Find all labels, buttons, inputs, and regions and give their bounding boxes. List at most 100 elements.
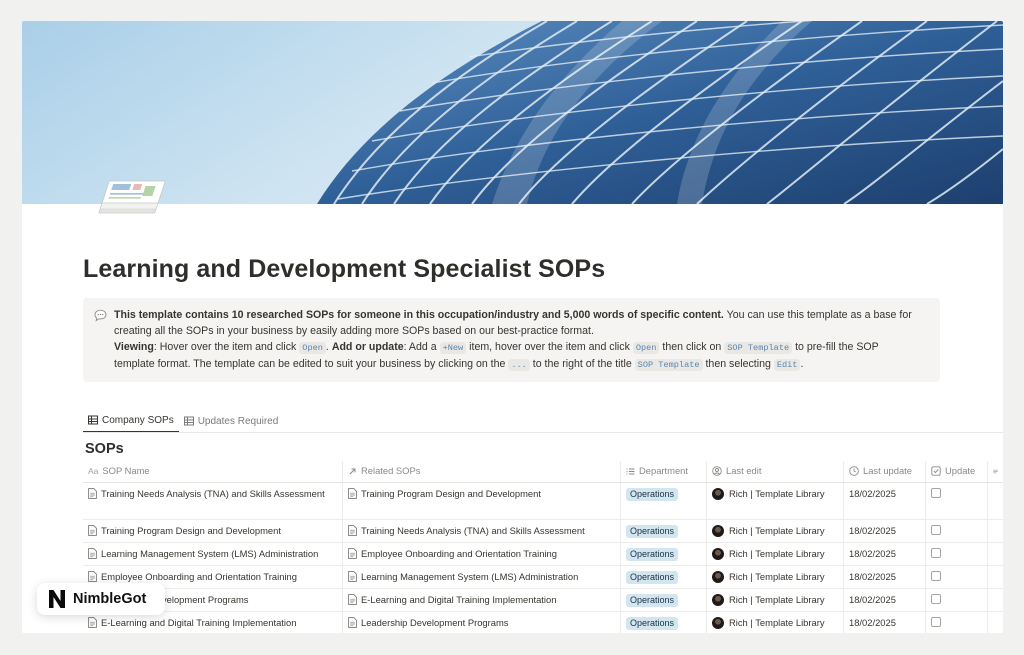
page-icon: [88, 571, 97, 582]
database-view-tabs: Company SOPs Updates Required: [83, 409, 283, 433]
page-icon: [88, 617, 97, 628]
table-icon: [88, 415, 98, 425]
table-row[interactable]: Leadership Development Programs E-Learni…: [83, 589, 1003, 612]
update-checkbox[interactable]: [931, 525, 941, 535]
column-header-update[interactable]: Update: [926, 461, 988, 482]
avatar: [712, 571, 724, 583]
column-header-last-edit[interactable]: Last edit: [707, 461, 844, 482]
text-lines-icon: [993, 469, 998, 473]
page-icon: [88, 525, 97, 536]
update-checkbox[interactable]: [931, 594, 941, 604]
checkbox-icon: [931, 466, 941, 476]
page-icon: [348, 617, 357, 628]
column-header-related-sops[interactable]: Related SOPs: [343, 461, 621, 482]
extra-cell: [988, 543, 1003, 565]
extra-cell: [988, 612, 1003, 633]
nimblegot-logo-icon: [49, 590, 65, 608]
sop-name-cell[interactable]: Training Needs Analysis (TNA) and Skills…: [83, 483, 343, 519]
table-row[interactable]: Employee Onboarding and Orientation Trai…: [83, 566, 1003, 589]
text-property-icon: Aa: [88, 466, 99, 476]
last-edit-cell: Rich | Template Library: [707, 589, 844, 611]
tab-updates-required[interactable]: Updates Required: [179, 409, 284, 433]
speech-bubble-icon: [94, 309, 107, 322]
dots-code-chip: ...: [508, 359, 530, 371]
update-cell[interactable]: [926, 483, 988, 519]
callout-line-4: template format. The template can be edi…: [114, 358, 804, 371]
last-edit-cell: Rich | Template Library: [707, 483, 844, 519]
update-checkbox[interactable]: [931, 488, 941, 498]
update-checkbox[interactable]: [931, 617, 941, 627]
page-icon: [348, 571, 357, 582]
sop-template-code-chip: SOP Template: [724, 342, 793, 354]
avatar: [712, 617, 724, 629]
tab-label: Updates Required: [197, 415, 279, 427]
related-sop-cell[interactable]: Leadership Development Programs: [343, 612, 621, 633]
department-cell[interactable]: Operations: [621, 520, 707, 542]
sop-name-cell[interactable]: Learning Management System (LMS) Adminis…: [83, 543, 343, 565]
department-cell[interactable]: Operations: [621, 483, 707, 519]
page-icon: [348, 594, 357, 605]
person-icon: [712, 466, 722, 476]
last-edit-cell: Rich | Template Library: [707, 612, 844, 633]
new-code-chip: +New: [439, 342, 467, 354]
edit-code-chip: Edit: [773, 359, 801, 371]
column-header-sop-name[interactable]: Aa SOP Name: [83, 461, 343, 482]
table-icon: [183, 416, 194, 426]
last-update-cell: 18/02/2025: [844, 566, 926, 588]
last-edit-cell: Rich | Template Library: [707, 520, 844, 542]
update-cell[interactable]: [926, 589, 988, 611]
notion-page: Learning and Development Specialist SOPs…: [22, 21, 1003, 633]
open-code-chip: Open: [632, 342, 660, 354]
extra-cell: [988, 589, 1003, 611]
update-checkbox[interactable]: [931, 548, 941, 558]
document-stack-icon: [98, 180, 166, 214]
extra-cell: [988, 520, 1003, 542]
brand-name: NimbleGot: [73, 591, 147, 607]
tabs-divider: [83, 432, 1003, 433]
arrow-up-right-icon: [349, 468, 356, 474]
open-code-chip: Open: [299, 342, 326, 354]
column-header-department[interactable]: Department: [621, 461, 707, 482]
avatar: [712, 548, 724, 560]
update-cell[interactable]: [926, 612, 988, 633]
department-cell[interactable]: Operations: [621, 543, 707, 565]
table-row[interactable]: Training Program Design and Development …: [83, 520, 1003, 543]
last-update-cell: 18/02/2025: [844, 543, 926, 565]
last-update-cell: 18/02/2025: [844, 520, 926, 542]
column-header-last-update[interactable]: Last update: [844, 461, 926, 482]
related-sop-cell[interactable]: Learning Management System (LMS) Adminis…: [343, 566, 621, 588]
nimblegot-badge: NimbleGot: [37, 583, 165, 615]
update-checkbox[interactable]: [931, 571, 941, 581]
page-icon: [88, 548, 97, 559]
sop-name-cell[interactable]: Training Program Design and Development: [83, 520, 343, 542]
department-cell[interactable]: Operations: [621, 589, 707, 611]
related-sop-cell[interactable]: Training Program Design and Development: [343, 483, 621, 519]
table-row[interactable]: Training Needs Analysis (TNA) and Skills…: [83, 483, 1003, 520]
department-badge: Operations: [626, 571, 679, 584]
callout-line-1: This template contains 10 researched SOP…: [114, 309, 912, 321]
last-edit-cell: Rich | Template Library: [707, 543, 844, 565]
department-cell[interactable]: Operations: [621, 612, 707, 633]
department-cell[interactable]: Operations: [621, 566, 707, 588]
last-update-cell: 18/02/2025: [844, 589, 926, 611]
table-row[interactable]: E-Learning and Digital Training Implemen…: [83, 612, 1003, 633]
column-header-more[interactable]: [988, 461, 1003, 482]
related-sop-cell[interactable]: Employee Onboarding and Orientation Trai…: [343, 543, 621, 565]
sop-name-cell[interactable]: E-Learning and Digital Training Implemen…: [83, 612, 343, 633]
clock-icon: [849, 466, 859, 476]
table-row[interactable]: Learning Management System (LMS) Adminis…: [83, 543, 1003, 566]
page-icon: [88, 488, 97, 499]
sops-table: Aa SOP Name Related SOPs Department Last …: [83, 461, 1003, 633]
update-cell[interactable]: [926, 566, 988, 588]
callout-line-3: Viewing: Hover over the item and click O…: [114, 341, 879, 354]
update-cell[interactable]: [926, 543, 988, 565]
last-update-cell: 18/02/2025: [844, 483, 926, 519]
page-title: Learning and Development Specialist SOPs: [83, 255, 606, 283]
department-badge: Operations: [626, 525, 679, 538]
update-cell[interactable]: [926, 520, 988, 542]
tab-company-sops[interactable]: Company SOPs: [83, 409, 179, 433]
related-sop-cell[interactable]: Training Needs Analysis (TNA) and Skills…: [343, 520, 621, 542]
avatar: [712, 488, 724, 500]
list-icon: [626, 468, 635, 474]
related-sop-cell[interactable]: E-Learning and Digital Training Implemen…: [343, 589, 621, 611]
